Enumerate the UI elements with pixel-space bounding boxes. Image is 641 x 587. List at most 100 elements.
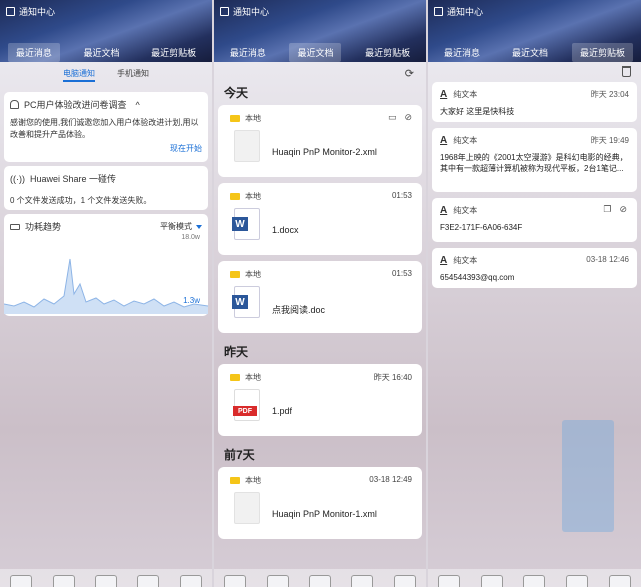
file-card[interactable]: 本地 01:53 W 点我阅读.doc: [218, 261, 422, 333]
clip-type: 纯文本: [453, 89, 478, 99]
record-button[interactable]: [480, 575, 503, 587]
more-button[interactable]: [608, 575, 631, 587]
file-actions: ▭ ⊘: [388, 112, 412, 123]
file-name: 1.pdf: [272, 406, 293, 416]
share-header: ((·)) Huawei Share 一碰传: [10, 172, 202, 185]
location-label: 本地: [245, 114, 261, 123]
crop-tool-button[interactable]: [438, 575, 461, 587]
record-button[interactable]: [266, 575, 289, 587]
tab-recent-messages[interactable]: 最近消息: [7, 42, 60, 62]
clip-text: 1968年上映的《2001太空漫游》是科幻电影的经典，其中有一款超薄计算机被称为…: [440, 153, 628, 173]
file-name: Huaqin PnP Monitor-1.xml: [272, 509, 377, 519]
copy-icon[interactable]: ❐: [603, 204, 611, 215]
file-name: 点我阅读.doc: [272, 305, 326, 315]
file-time: 昨天 16:40: [373, 373, 412, 382]
phone-button[interactable]: [308, 575, 331, 587]
clip-time: 昨天 23:04: [590, 90, 629, 99]
file-card[interactable]: 本地 03-18 12:49 Huaqin PnP Monitor-1.xml: [218, 467, 422, 539]
file-location: 本地: [230, 372, 261, 383]
tab-recent-messages[interactable]: 最近消息: [222, 43, 274, 62]
day-header-today: 今天: [224, 86, 249, 100]
clip-text: 大家好 这里是快科技: [440, 107, 515, 116]
huawei-share-card[interactable]: ((·)) Huawei Share 一碰传 0 个文件发送成功，1 个文件发送…: [4, 166, 208, 210]
tab-recent-documents[interactable]: 最近文档: [75, 43, 127, 62]
clip-time: 昨天 19:49: [590, 136, 629, 145]
tab-recent-messages[interactable]: 最近消息: [436, 43, 488, 62]
file-name: 1.docx: [272, 225, 299, 235]
note-button[interactable]: [566, 575, 589, 587]
trash-icon[interactable]: [622, 66, 631, 77]
power-mode-select[interactable]: 平衡模式: [160, 221, 202, 232]
power-trend-chart: [4, 258, 208, 314]
pdf-label: PDF: [233, 406, 257, 416]
tab-recent-clipboard[interactable]: 最近剪贴板: [357, 43, 418, 62]
power-line: [4, 258, 208, 308]
note-button[interactable]: [137, 575, 160, 587]
tab-recent-documents[interactable]: 最近文档: [504, 43, 556, 62]
share-body: 0 个文件发送成功，1 个文件发送失败。: [10, 196, 152, 205]
text-type-icon: A: [440, 134, 448, 146]
hide-icon[interactable]: ⊘: [619, 204, 627, 215]
xml-file-icon: [234, 130, 260, 162]
crop-tool-button[interactable]: [10, 575, 33, 587]
power-trend-card[interactable]: 功耗趋势 平衡模式 18.0w 1.3w: [4, 214, 208, 316]
tab-recent-clipboard[interactable]: 最近剪贴板: [143, 43, 204, 62]
file-card[interactable]: 本地 ▭ ⊘ Huaqin PnP Monitor-2.xml: [218, 105, 422, 177]
record-button[interactable]: [52, 575, 75, 587]
folder-icon: [230, 271, 240, 278]
file-location: 本地: [230, 475, 261, 486]
survey-card[interactable]: PC用户体验改进问卷调查 ^ 感谢您的使用,我们诚邀您加入用户体验改进计划,用以…: [4, 92, 208, 162]
more-button[interactable]: [179, 575, 202, 587]
panel-recent-messages: 通知中心 最近消息 最近文档 最近剪贴板 电脑通知 手机通知 PC用户体验改进问…: [0, 0, 212, 587]
clip-card[interactable]: A 纯文本 昨天 23:04 大家好 这里是快科技: [432, 82, 637, 122]
file-card[interactable]: 本地 01:53 W 1.docx: [218, 183, 422, 255]
clip-card[interactable]: A 纯文本 03-18 12:46 654544393@qq.com: [432, 248, 637, 288]
clip-type: 纯文本: [453, 255, 478, 265]
location-label: 本地: [245, 476, 261, 485]
window-title-text: 通知中心: [233, 7, 270, 17]
phone-button[interactable]: [523, 575, 546, 587]
start-now-link[interactable]: 现在开始: [10, 143, 202, 154]
battery-icon: [10, 223, 20, 230]
text-type-icon: A: [440, 204, 448, 216]
refresh-icon[interactable]: ⟳: [405, 67, 414, 80]
share-signal-icon: ((·)): [10, 173, 25, 184]
crop-tool-button[interactable]: [224, 575, 247, 587]
hide-icon[interactable]: ⊘: [404, 112, 412, 123]
clip-card[interactable]: A 纯文本 ❐ ⊘ F3E2-171F-6A06-634F: [432, 198, 637, 242]
panel-recent-documents: 通知中心 最近消息 最近文档 最近剪贴板 ⟳ 今天 本地 ▭ ⊘ Huaqin …: [214, 0, 426, 587]
survey-title: PC用户体验改进问卷调查: [24, 100, 127, 110]
day-header-last-7-days: 前7天: [224, 448, 255, 462]
clip-actions: ❐ ⊘: [603, 204, 627, 215]
clip-text: 654544393@qq.com: [440, 273, 515, 282]
open-folder-icon[interactable]: ▭: [388, 112, 397, 123]
clip-card[interactable]: A 纯文本 昨天 19:49 1968年上映的《2001太空漫游》是科幻电影的经…: [432, 128, 637, 192]
more-button[interactable]: [393, 575, 416, 587]
text-type-icon: A: [440, 254, 448, 266]
subtab-phone-notifications[interactable]: 手机通知: [117, 68, 149, 82]
subtab-pc-notifications[interactable]: 电脑通知: [63, 68, 95, 82]
power-current-label: 1.3w: [183, 296, 200, 305]
folder-icon: [230, 477, 240, 484]
collapse-icon[interactable]: ^: [136, 100, 140, 110]
file-time: 01:53: [391, 269, 412, 278]
file-card[interactable]: 本地 昨天 16:40 PDF 1.pdf: [218, 364, 422, 436]
bottom-toolbar: [214, 569, 426, 587]
app-icon: [220, 7, 229, 16]
clip-header: A 纯文本: [440, 204, 629, 216]
folder-icon: [230, 193, 240, 200]
phone-button[interactable]: [94, 575, 117, 587]
messages-content: 电脑通知 手机通知 PC用户体验改进问卷调查 ^ 感谢您的使用,我们诚邀您加入用…: [0, 62, 212, 569]
power-area: [4, 259, 208, 314]
app-icon: [6, 7, 15, 16]
survey-header: PC用户体验改进问卷调查 ^: [10, 98, 202, 111]
tab-recent-clipboard[interactable]: 最近剪贴板: [571, 42, 633, 62]
note-button[interactable]: [351, 575, 374, 587]
power-max-label: 18.0w: [181, 234, 200, 241]
survey-body: 感谢您的使用,我们诚邀您加入用户体验改进计划,用以改善和提升产品体验。: [10, 118, 199, 139]
file-location: 本地: [230, 113, 261, 124]
word-file-icon: W: [232, 208, 260, 240]
tab-recent-documents[interactable]: 最近文档: [289, 42, 342, 62]
